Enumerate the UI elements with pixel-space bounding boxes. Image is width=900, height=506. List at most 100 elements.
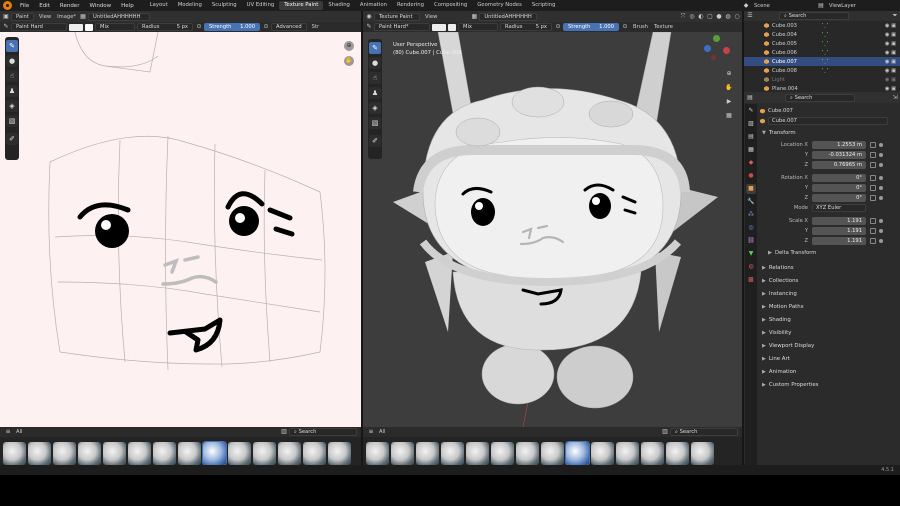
shelf-menu-icon[interactable]: ≡ [4,428,12,436]
viewport-editor-type-icon[interactable]: ◉ [365,13,373,21]
animation-panel[interactable]: ▶ Animation [758,366,896,378]
relations-panel[interactable]: ▶ Relations [758,262,896,274]
keyframe-icon[interactable] [879,143,883,147]
3d-viewport[interactable]: ◉ Texture Paint View ▦ UntitledAHHHHHH ⤧… [363,11,742,475]
scale-x-field[interactable]: 1.191 [812,217,866,225]
blender-logo-icon[interactable] [3,1,12,10]
viewport-radius-field[interactable]: Radius 5 px [500,23,552,31]
visibility-icon[interactable]: ◉ ▣ [885,86,896,92]
scale-z-field[interactable]: 1.191 [812,237,866,245]
color-swatch-primary[interactable] [69,23,83,31]
tab-shading[interactable]: Shading [323,1,355,10]
keyframe-icon[interactable] [879,219,883,223]
modifiers-tab-icon[interactable]: 🔧 [746,197,756,207]
axis-neg-x-icon[interactable] [711,55,716,60]
axis-y-icon[interactable] [713,35,720,42]
instancing-panel[interactable]: ▶ Instancing [758,288,896,300]
shelf-display-icon[interactable]: ▥ [280,428,288,436]
outliner-item[interactable]: Cube.004 ◉ ▣ [744,30,900,39]
brush-asset[interactable] [128,442,151,465]
viewport-view-menu[interactable]: View [425,14,437,20]
brush-asset[interactable] [103,442,126,465]
viewport-brush-menu[interactable]: Brush [633,24,648,30]
viewport-pan-icon[interactable]: ✋ [725,84,733,92]
strength-pressure-icon[interactable]: ⊙ [262,23,270,31]
draw-tool-icon[interactable]: ✎ [6,39,18,52]
brush-asset[interactable] [3,442,26,465]
zoom-icon[interactable]: ⊕ [344,41,354,51]
outliner-filter-icon[interactable]: ⏷ [891,12,899,20]
axis-z-icon[interactable] [704,45,711,52]
tab-compositing[interactable]: Compositing [429,1,472,10]
transform-panel-header[interactable]: ▼ Transform [758,127,896,139]
brush-asset[interactable] [391,442,414,465]
viewport-gizmo-icon[interactable]: ◎ [688,13,696,21]
scale-y-field[interactable]: 1.191 [812,227,866,235]
solid-shading-icon[interactable]: ● [715,13,723,21]
shading-panel[interactable]: ▶ Shading [758,314,896,326]
tab-scripting[interactable]: Scripting [527,1,561,10]
viewport-radius-pressure-icon[interactable]: ⊙ [554,23,562,31]
image-editor[interactable]: ▣ Paint View Image* ▦ UntitledAHHHHHH ✎ … [0,11,361,475]
properties-search[interactable]: ⌕ Search [785,93,855,102]
outliner-search[interactable]: ⌕ Search [779,12,849,20]
viewport-image-name[interactable]: UntitledAHHHHHH [479,12,538,21]
lock-icon[interactable] [870,142,876,148]
brush-asset-selected[interactable] [565,441,590,466]
character-model[interactable] [363,32,742,427]
editor-type-icon[interactable]: ▣ [2,13,10,21]
brush-asset[interactable] [441,442,464,465]
brush-asset[interactable] [591,442,614,465]
viewport-color-primary[interactable] [432,23,446,31]
viewport-shelf-display-icon[interactable]: ▥ [661,428,669,436]
brush-asset[interactable] [78,442,101,465]
viewport-blend-select[interactable]: Mix [458,23,498,31]
pan-icon[interactable]: ✋ [344,56,354,66]
viewport-fill-tool-icon[interactable]: ◈ [369,101,381,114]
fill-tool-icon[interactable]: ◈ [6,99,18,112]
brush-asset[interactable] [253,442,276,465]
render-tab-icon[interactable]: ▨ [746,119,756,129]
keyframe-icon[interactable] [879,153,883,157]
image-brush-select[interactable]: Paint Hard [11,23,67,31]
tool-tab-icon[interactable]: ✎ [746,106,756,116]
visibility-icon[interactable]: ◉ ▣ [885,77,896,83]
keyframe-icon[interactable] [879,229,883,233]
image-browse-icon[interactable]: ▦ [79,13,87,21]
viewport-color-secondary[interactable] [448,23,456,31]
image-mode-select[interactable]: Paint [11,12,34,21]
properties-type-icon[interactable]: ▤ [746,94,754,102]
clone-tool-icon[interactable]: ♟ [6,84,18,97]
lock-icon[interactable] [870,162,876,168]
transform-orientation-icon[interactable]: ⤧ [679,13,687,21]
brush-asset[interactable] [666,442,689,465]
mask-tool-icon[interactable]: ▧ [6,114,18,127]
brush-asset[interactable] [616,442,639,465]
data-tab-icon[interactable]: ▼ [746,249,756,259]
outliner-item[interactable]: Cube.005 ◉ ▣ [744,39,900,48]
menu-help[interactable]: Help [116,3,139,9]
viewport-image-icon[interactable]: ▦ [470,13,478,21]
xray-icon[interactable]: ▢ [706,13,714,21]
color-swatch-secondary[interactable] [85,23,93,31]
viewport-shelf-search[interactable]: ⌕ Search [670,428,738,436]
view-layer-name[interactable]: ViewLayer [829,3,856,9]
scene-tab-icon[interactable]: ◆ [746,158,756,168]
menu-file[interactable]: File [15,3,34,9]
delta-transform-header[interactable]: ▶ Delta Transform [760,248,898,258]
image-blend-select[interactable]: Mix [95,23,135,31]
outliner-type-icon[interactable]: ☰ [746,12,754,20]
world-tab-icon[interactable]: ● [746,171,756,181]
lock-icon[interactable] [870,152,876,158]
constraints-tab-icon[interactable]: ⛓ [746,236,756,246]
keyframe-icon[interactable] [879,163,883,167]
brush-asset[interactable] [691,442,714,465]
lock-icon[interactable] [870,195,876,201]
menu-window[interactable]: Window [84,3,116,9]
scene-name[interactable]: Scene [754,3,814,9]
rotation-y-field[interactable]: 0° [812,184,866,192]
object-tab-icon[interactable]: ■ [746,183,756,194]
viewport-strength-pressure-icon[interactable]: ⊙ [621,23,629,31]
brush-asset[interactable] [541,442,564,465]
image-radius-field[interactable]: Radius 5 px [137,23,193,31]
